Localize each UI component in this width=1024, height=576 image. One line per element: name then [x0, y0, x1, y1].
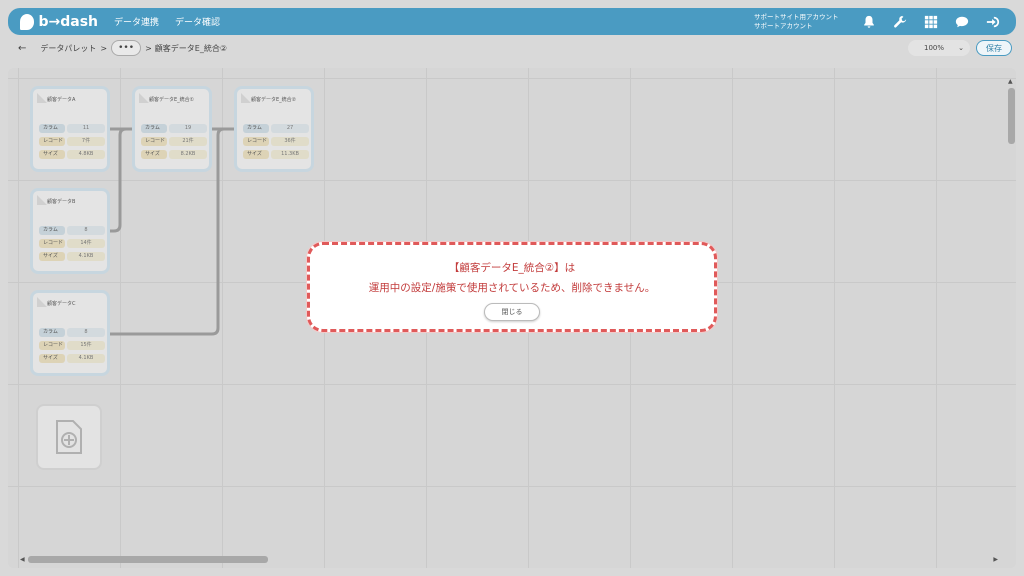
file-icon — [37, 195, 47, 205]
card-title: 顧客データE_統合① — [149, 97, 195, 103]
size-label: サイズ — [39, 150, 65, 159]
column-value: 8 — [67, 226, 105, 235]
top-header: b→dash データ連携 データ確認 サポートサイト用アカウント サポートアカウ… — [8, 8, 1016, 35]
record-value: 15件 — [67, 341, 105, 350]
data-card-b[interactable]: 顧客データB カラム 8 レコード 14件 サイズ 4.1KB — [30, 188, 110, 274]
logo-text: b→dash — [38, 13, 98, 30]
chevron-down-icon: ⌄ — [958, 44, 964, 52]
column-value: 27 — [271, 124, 309, 133]
card-title: 顧客データE_統合② — [251, 97, 297, 103]
file-icon — [139, 93, 149, 103]
save-button[interactable]: 保存 — [976, 40, 1012, 56]
breadcrumb-separator: > — [145, 43, 152, 53]
record-label: レコード — [39, 341, 65, 350]
file-icon — [241, 93, 251, 103]
account-line-2: サポートアカウント — [754, 21, 813, 30]
column-label: カラム — [39, 226, 65, 235]
account-info[interactable]: サポートサイト用アカウント サポートアカウント — [754, 13, 849, 31]
record-value: 21件 — [169, 137, 207, 146]
nav-data-check[interactable]: データ確認 — [175, 15, 220, 28]
scroll-right-icon[interactable]: ▶ — [993, 556, 998, 563]
column-row: カラム 8 — [39, 226, 105, 235]
vertical-scrollbar[interactable]: ▲ — [1007, 78, 1016, 548]
record-row: レコード 21件 — [141, 137, 207, 146]
column-label: カラム — [243, 124, 269, 133]
size-value: 8.2KB — [169, 150, 207, 159]
size-row: サイズ 8.2KB — [141, 150, 207, 159]
close-button[interactable]: 閉じる — [484, 303, 540, 321]
back-arrow-icon[interactable]: ← — [18, 43, 26, 54]
breadcrumb-more-button[interactable]: ••• — [111, 40, 142, 56]
data-card-e1[interactable]: 顧客データE_統合① カラム 19 レコード 21件 サイズ 8.2KB — [132, 86, 212, 172]
error-dialog: 【顧客データE_統合②】は 運用中の設定/施策で使用されているため、削除できませ… — [307, 242, 717, 332]
card-title: 顧客データC — [47, 301, 76, 307]
size-label: サイズ — [39, 252, 65, 261]
column-label: カラム — [39, 124, 65, 133]
logo-mark — [20, 13, 35, 30]
vertical-scroll-thumb[interactable] — [1008, 88, 1015, 144]
breadcrumb-separator: > — [100, 43, 108, 53]
column-label: カラム — [39, 328, 65, 337]
size-label: サイズ — [39, 354, 65, 363]
breadcrumb-current: 顧客データE_統合② — [154, 43, 228, 53]
record-row: レコード 7件 — [39, 137, 105, 146]
record-value: 14件 — [67, 239, 105, 248]
column-row: カラム 8 — [39, 328, 105, 337]
size-value: 4.1KB — [67, 354, 105, 363]
size-row: サイズ 11.3KB — [243, 150, 309, 159]
add-file-icon — [56, 420, 82, 454]
logout-icon[interactable] — [982, 13, 1004, 31]
breadcrumb-root[interactable]: データパレット — [40, 43, 96, 54]
grid-menu-icon[interactable] — [920, 13, 942, 31]
horizontal-scrollbar[interactable]: ◀ ▶ — [20, 555, 998, 564]
file-icon — [37, 297, 47, 307]
size-label: サイズ — [141, 150, 167, 159]
add-data-button[interactable] — [36, 404, 102, 470]
dialog-message: 運用中の設定/施策で使用されているため、削除できません。 — [368, 282, 656, 294]
column-row: カラム 19 — [141, 124, 207, 133]
scroll-up-icon[interactable]: ▲ — [1008, 78, 1013, 85]
card-title: 顧客データB — [47, 199, 76, 205]
record-label: レコード — [243, 137, 269, 146]
file-icon — [37, 93, 47, 103]
zoom-select[interactable]: 100% ⌄ — [908, 40, 970, 56]
horizontal-scroll-thumb[interactable] — [28, 556, 268, 563]
record-label: レコード — [141, 137, 167, 146]
size-value: 4.8KB — [67, 150, 105, 159]
card-title: 顧客データA — [47, 97, 76, 103]
data-card-e2[interactable]: 顧客データE_統合② カラム 27 レコード 36件 サイズ 11.3KB — [234, 86, 314, 172]
data-card-a[interactable]: 顧客データA カラム 11 レコード 7件 サイズ 4.8KB — [30, 86, 110, 172]
record-label: レコード — [39, 239, 65, 248]
size-row: サイズ 4.8KB — [39, 150, 105, 159]
record-value: 36件 — [271, 137, 309, 146]
column-label: カラム — [141, 124, 167, 133]
breadcrumb: ← データパレット > ••• > 顧客データE_統合② 100% ⌄ 保存 — [8, 38, 1016, 58]
wrench-icon[interactable] — [889, 13, 911, 31]
record-value: 7件 — [67, 137, 105, 146]
nav-data-integration[interactable]: データ連携 — [114, 15, 159, 28]
record-row: レコード 36件 — [243, 137, 309, 146]
column-value: 19 — [169, 124, 207, 133]
record-row: レコード 14件 — [39, 239, 105, 248]
data-card-c[interactable]: 顧客データC カラム 8 レコード 15件 サイズ 4.1KB — [30, 290, 110, 376]
column-row: カラム 27 — [243, 124, 309, 133]
column-row: カラム 11 — [39, 124, 105, 133]
column-value: 8 — [67, 328, 105, 337]
scroll-left-icon[interactable]: ◀ — [20, 556, 25, 563]
zoom-value: 100% — [924, 44, 945, 52]
account-line-1: サポートサイト用アカウント — [754, 12, 839, 21]
record-row: レコード 15件 — [39, 341, 105, 350]
size-value: 11.3KB — [271, 150, 309, 159]
help-chat-icon[interactable] — [951, 13, 973, 31]
size-row: サイズ 4.1KB — [39, 252, 105, 261]
size-value: 4.1KB — [67, 252, 105, 261]
record-label: レコード — [39, 137, 65, 146]
bell-icon[interactable] — [858, 13, 880, 31]
column-value: 11 — [67, 124, 105, 133]
dialog-title: 【顧客データE_統合②】は — [448, 262, 576, 274]
size-label: サイズ — [243, 150, 269, 159]
size-row: サイズ 4.1KB — [39, 354, 105, 363]
logo[interactable]: b→dash — [20, 13, 98, 30]
